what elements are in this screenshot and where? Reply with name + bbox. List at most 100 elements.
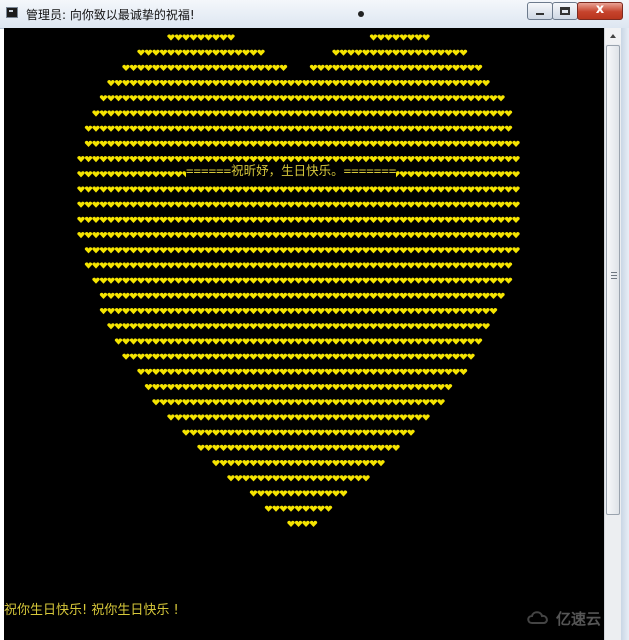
heart-glyph (414, 186, 423, 193)
heart-glyph (339, 201, 348, 208)
heart-glyph (459, 186, 468, 193)
heart-glyph (474, 338, 483, 345)
heart-glyph (452, 140, 460, 147)
heart-glyph (497, 110, 505, 117)
heart-glyph (437, 353, 445, 360)
heart-glyph (422, 338, 430, 345)
heart-glyph (497, 95, 505, 102)
heart-glyph (234, 125, 243, 132)
heart-glyph (422, 216, 430, 223)
heart-glyph (234, 95, 243, 102)
heart-glyph (399, 95, 408, 102)
heart-glyph (407, 308, 415, 315)
heart-glyph (279, 414, 288, 421)
console-app-icon[interactable] (6, 7, 18, 18)
heart-glyph (279, 460, 288, 467)
heart-glyph (294, 262, 303, 269)
heart-glyph (294, 95, 303, 102)
scroll-thumb[interactable] (606, 45, 620, 515)
heart-glyph (272, 444, 280, 451)
heart-glyph (189, 384, 198, 391)
heart-glyph (272, 308, 280, 315)
heart-glyph (122, 156, 130, 163)
heart-glyph (302, 308, 310, 315)
heart-glyph (242, 140, 250, 147)
heart-glyph (144, 262, 153, 269)
heart-glyph (92, 201, 100, 208)
heart-glyph (249, 338, 258, 345)
heart-glyph (369, 338, 378, 345)
heart-glyph (489, 156, 498, 163)
heart-glyph (309, 338, 318, 345)
heart-glyph (174, 64, 183, 71)
heart-glyph (347, 277, 355, 284)
heart-glyph (167, 216, 175, 223)
heart-glyph (167, 414, 175, 421)
heart-glyph (234, 262, 243, 269)
heart-glyph (264, 156, 273, 163)
heart-glyph (167, 247, 175, 254)
heart-glyph (309, 247, 318, 254)
close-button[interactable]: x (577, 2, 623, 20)
heart-glyph (227, 292, 235, 299)
heart-glyph (144, 232, 153, 239)
heart-glyph (167, 323, 175, 330)
heart-glyph (452, 171, 460, 178)
heart-glyph (399, 156, 408, 163)
heart-glyph (407, 232, 415, 239)
heart-glyph (159, 201, 168, 208)
heart-glyph (227, 308, 235, 315)
heart-glyph (219, 186, 228, 193)
heart-glyph (294, 353, 303, 360)
console-output[interactable]: ======祝昕妤，生日快乐。======= 祝你生日快乐! 祝你生日快乐 ! (4, 28, 604, 640)
heart-glyph (159, 171, 168, 178)
heart-glyph (294, 308, 303, 315)
heart-glyph (189, 201, 198, 208)
heart-glyph (122, 353, 130, 360)
heart-glyph (107, 277, 115, 284)
heart-glyph (234, 110, 243, 117)
heart-glyph (467, 323, 475, 330)
maximize-button[interactable] (552, 2, 578, 20)
vertical-scrollbar[interactable] (604, 28, 621, 640)
heart-glyph (234, 384, 243, 391)
heart-glyph (257, 368, 265, 375)
minimize-button[interactable] (527, 2, 553, 20)
heart-glyph (167, 186, 175, 193)
heart-glyph (339, 64, 348, 71)
heart-glyph (392, 156, 400, 163)
heart-glyph (227, 262, 235, 269)
heart-glyph (354, 216, 363, 223)
heart-glyph (362, 292, 370, 299)
heart-glyph (99, 292, 108, 299)
heart-glyph (392, 216, 400, 223)
heart-glyph (152, 399, 160, 406)
heart-glyph (174, 110, 183, 117)
heart-glyph (422, 247, 430, 254)
heart-glyph (264, 444, 273, 451)
heart-glyph (152, 232, 160, 239)
heart-glyph (399, 323, 408, 330)
heart-glyph (279, 292, 288, 299)
heart-glyph (287, 444, 295, 451)
heart-glyph (77, 232, 85, 239)
heart-glyph (144, 368, 153, 375)
heart-glyph (279, 399, 288, 406)
heart-glyph (399, 201, 408, 208)
heart-glyph (467, 338, 475, 345)
heart-glyph (167, 292, 175, 299)
heart-glyph (422, 64, 430, 71)
heart-glyph (392, 429, 400, 436)
heart-glyph (377, 353, 385, 360)
heart-glyph (144, 353, 153, 360)
heart-glyph (474, 140, 483, 147)
heart-glyph (354, 232, 363, 239)
heart-glyph (152, 125, 160, 132)
heart-glyph (264, 505, 273, 512)
heart-glyph (174, 292, 183, 299)
scroll-up-arrow-icon[interactable] (605, 28, 621, 44)
heart-glyph (257, 216, 265, 223)
heart-glyph (99, 125, 108, 132)
heart-glyph (152, 171, 160, 178)
heart-glyph (219, 368, 228, 375)
